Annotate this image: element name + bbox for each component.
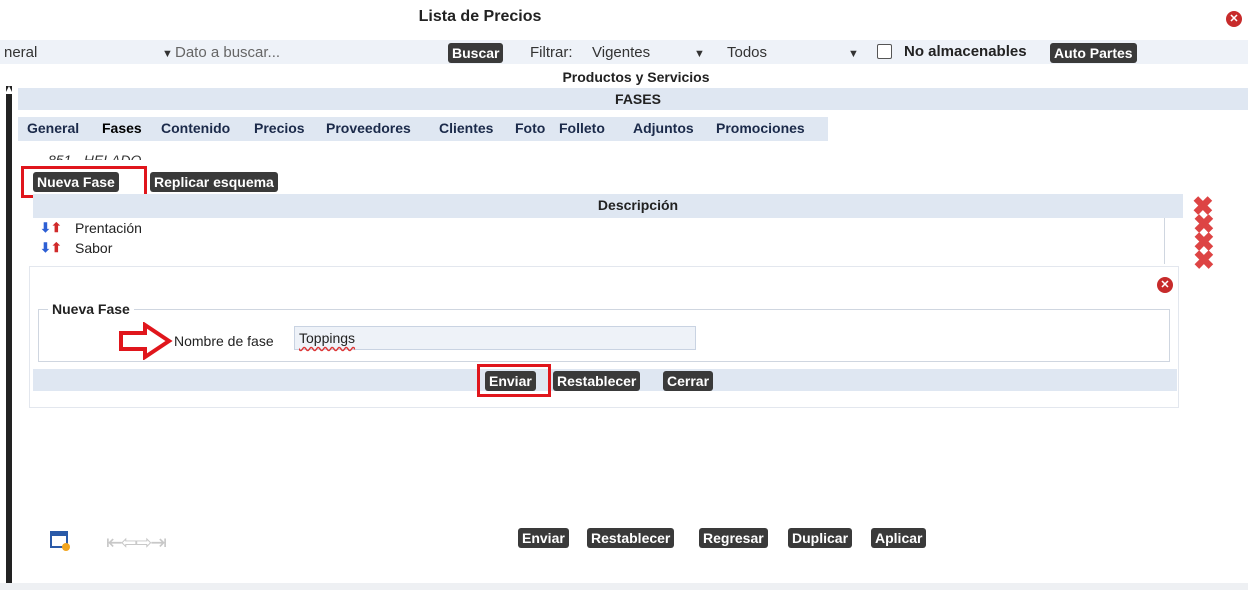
close-dialog-icon[interactable]: ✕ [1157, 277, 1173, 293]
first-page-icon[interactable]: ⇤ [106, 532, 123, 554]
footer-send-button[interactable]: Enviar [518, 528, 569, 548]
filter-chevron-down-icon[interactable]: ▼ [688, 44, 705, 61]
table-row: Sabor [75, 240, 113, 256]
no-storable-label: No almacenables [904, 43, 1027, 60]
highlight-send [477, 364, 551, 397]
footer-apply-button[interactable]: Aplicar [871, 528, 927, 548]
phase-name-value: Toppings [299, 330, 356, 346]
next-page-icon[interactable]: ⇨ [136, 532, 153, 554]
section-subtitle: FASES [615, 91, 661, 107]
tab-general[interactable]: General [27, 120, 79, 136]
reorder-arrows-icon[interactable]: ⬇⬆ [40, 240, 62, 256]
replicate-button[interactable]: Replicar esquema [150, 172, 278, 192]
tab-folleto[interactable]: Folleto [559, 120, 605, 136]
tab-adjuntos[interactable]: Adjuntos [633, 120, 694, 136]
scope-select-value: Todos [727, 44, 768, 61]
dialog-close-button[interactable]: Cerrar [663, 371, 714, 391]
table-divider [1164, 218, 1165, 264]
table-row: Prentación [75, 220, 142, 236]
footer-duplicate-button[interactable]: Duplicar [788, 528, 853, 548]
table-header-description: Descripción [597, 197, 679, 213]
tab-clientes[interactable]: Clientes [439, 120, 493, 136]
reorder-arrows-icon[interactable]: ⬇⬆ [40, 220, 62, 236]
phase-name-label: Nombre de fase [174, 333, 274, 349]
delete-icon[interactable]: ✖ [1193, 247, 1215, 273]
pagination-arrows: ⇤⇦⇨⇥ [106, 530, 167, 555]
scope-select[interactable]: Todos [727, 44, 767, 61]
tab-contenido[interactable]: Contenido [161, 120, 230, 136]
close-window-icon[interactable]: ✕ [1226, 11, 1242, 27]
tab-promociones[interactable]: Promociones [716, 120, 805, 136]
search-button[interactable]: Buscar [448, 43, 504, 63]
filter-label: Filtrar: [530, 44, 573, 61]
phase-name-input[interactable]: Toppings [294, 326, 696, 350]
dialog-reset-button[interactable]: Restablecer [553, 371, 641, 391]
tab-proveedores[interactable]: Proveedores [326, 120, 411, 136]
last-page-icon[interactable]: ⇥ [150, 532, 167, 554]
bottom-bar [0, 583, 1248, 590]
filter-select[interactable]: Vigentes [592, 44, 650, 61]
tab-bar: General Fases Contenido Precios Proveedo… [18, 117, 828, 141]
prev-page-icon[interactable]: ⇦ [121, 532, 138, 554]
product-name: 851 - HELADO... [48, 152, 154, 160]
auto-parts-button[interactable]: Auto Partes [1050, 43, 1137, 63]
window-icon[interactable] [50, 530, 72, 552]
no-storable-checkbox[interactable] [877, 44, 892, 59]
tab-fases[interactable]: Fases [102, 120, 142, 136]
scope-chevron-down-icon[interactable]: ▼ [842, 44, 859, 61]
category-chevron-down-icon[interactable]: ▼ [156, 44, 173, 61]
footer-reset-button[interactable]: Restablecer [587, 528, 675, 548]
category-select[interactable]: neral [4, 44, 37, 61]
new-phase-legend: Nueva Fase [48, 301, 134, 317]
category-select-value: neral [4, 44, 38, 61]
footer-back-button[interactable]: Regresar [699, 528, 768, 548]
tab-foto[interactable]: Foto [515, 120, 545, 136]
section-title: Productos y Servicios [562, 69, 710, 85]
arrow-right-icon [119, 322, 173, 360]
scrollbar[interactable] [6, 86, 12, 590]
tab-precios[interactable]: Precios [254, 120, 305, 136]
search-input[interactable]: Dato a buscar... [175, 44, 437, 61]
scroll-up-icon[interactable] [5, 86, 13, 94]
filter-select-value: Vigentes [592, 44, 651, 61]
window-title: Lista de Precios [418, 8, 542, 25]
